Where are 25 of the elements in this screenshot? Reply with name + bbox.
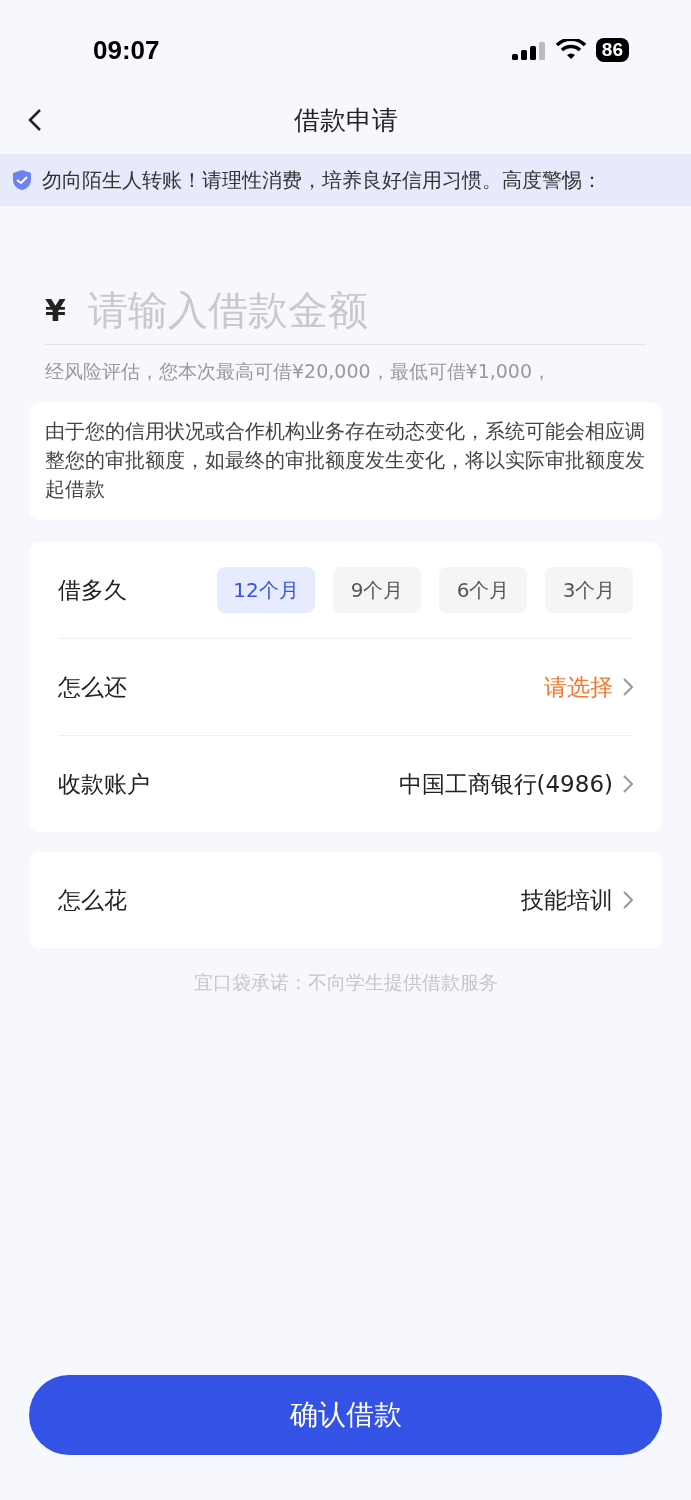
status-time: 09:07 xyxy=(93,34,160,66)
row-label: 怎么花 xyxy=(58,885,127,915)
term-option[interactable]: 12个月 xyxy=(217,567,315,613)
chevron-right-icon xyxy=(623,891,633,909)
row-label: 借多久 xyxy=(58,575,127,605)
back-icon[interactable] xyxy=(28,108,42,132)
row-label: 收款账户 xyxy=(58,769,150,799)
currency-symbol: ¥ xyxy=(45,292,66,328)
confirm-button[interactable]: 确认借款 xyxy=(29,1375,662,1455)
disclaimer-text: 由于您的信用状况或合作机构业务存在动态变化，系统可能会相应调整您的审批额度，如最终的审批额度发生变化，将以实际审批额度发起借款 xyxy=(45,418,646,503)
shield-icon xyxy=(12,169,32,191)
term-option[interactable]: 6个月 xyxy=(439,567,527,613)
page-title: 借款申请 xyxy=(293,103,398,137)
battery-level: 86 xyxy=(595,38,629,62)
chevron-right-icon xyxy=(623,678,633,696)
row-label: 怎么还 xyxy=(58,672,127,702)
term-option[interactable]: 9个月 xyxy=(333,567,421,613)
signal-icon xyxy=(511,40,546,60)
purpose-value[interactable]: 技能培训 xyxy=(521,884,633,916)
chevron-right-icon xyxy=(623,775,633,793)
notice-text: 勿向陌生人转账！请理性消费，培养良好信用习惯。高度警惕： xyxy=(42,166,602,194)
term-option[interactable]: 3个月 xyxy=(545,567,633,613)
wifi-icon xyxy=(555,39,586,61)
account-value[interactable]: 中国工商银行(4986) xyxy=(398,768,633,800)
limit-hint: 经风险评估，您本次最高可借¥20,000，最低可借¥1,000， xyxy=(45,359,553,384)
